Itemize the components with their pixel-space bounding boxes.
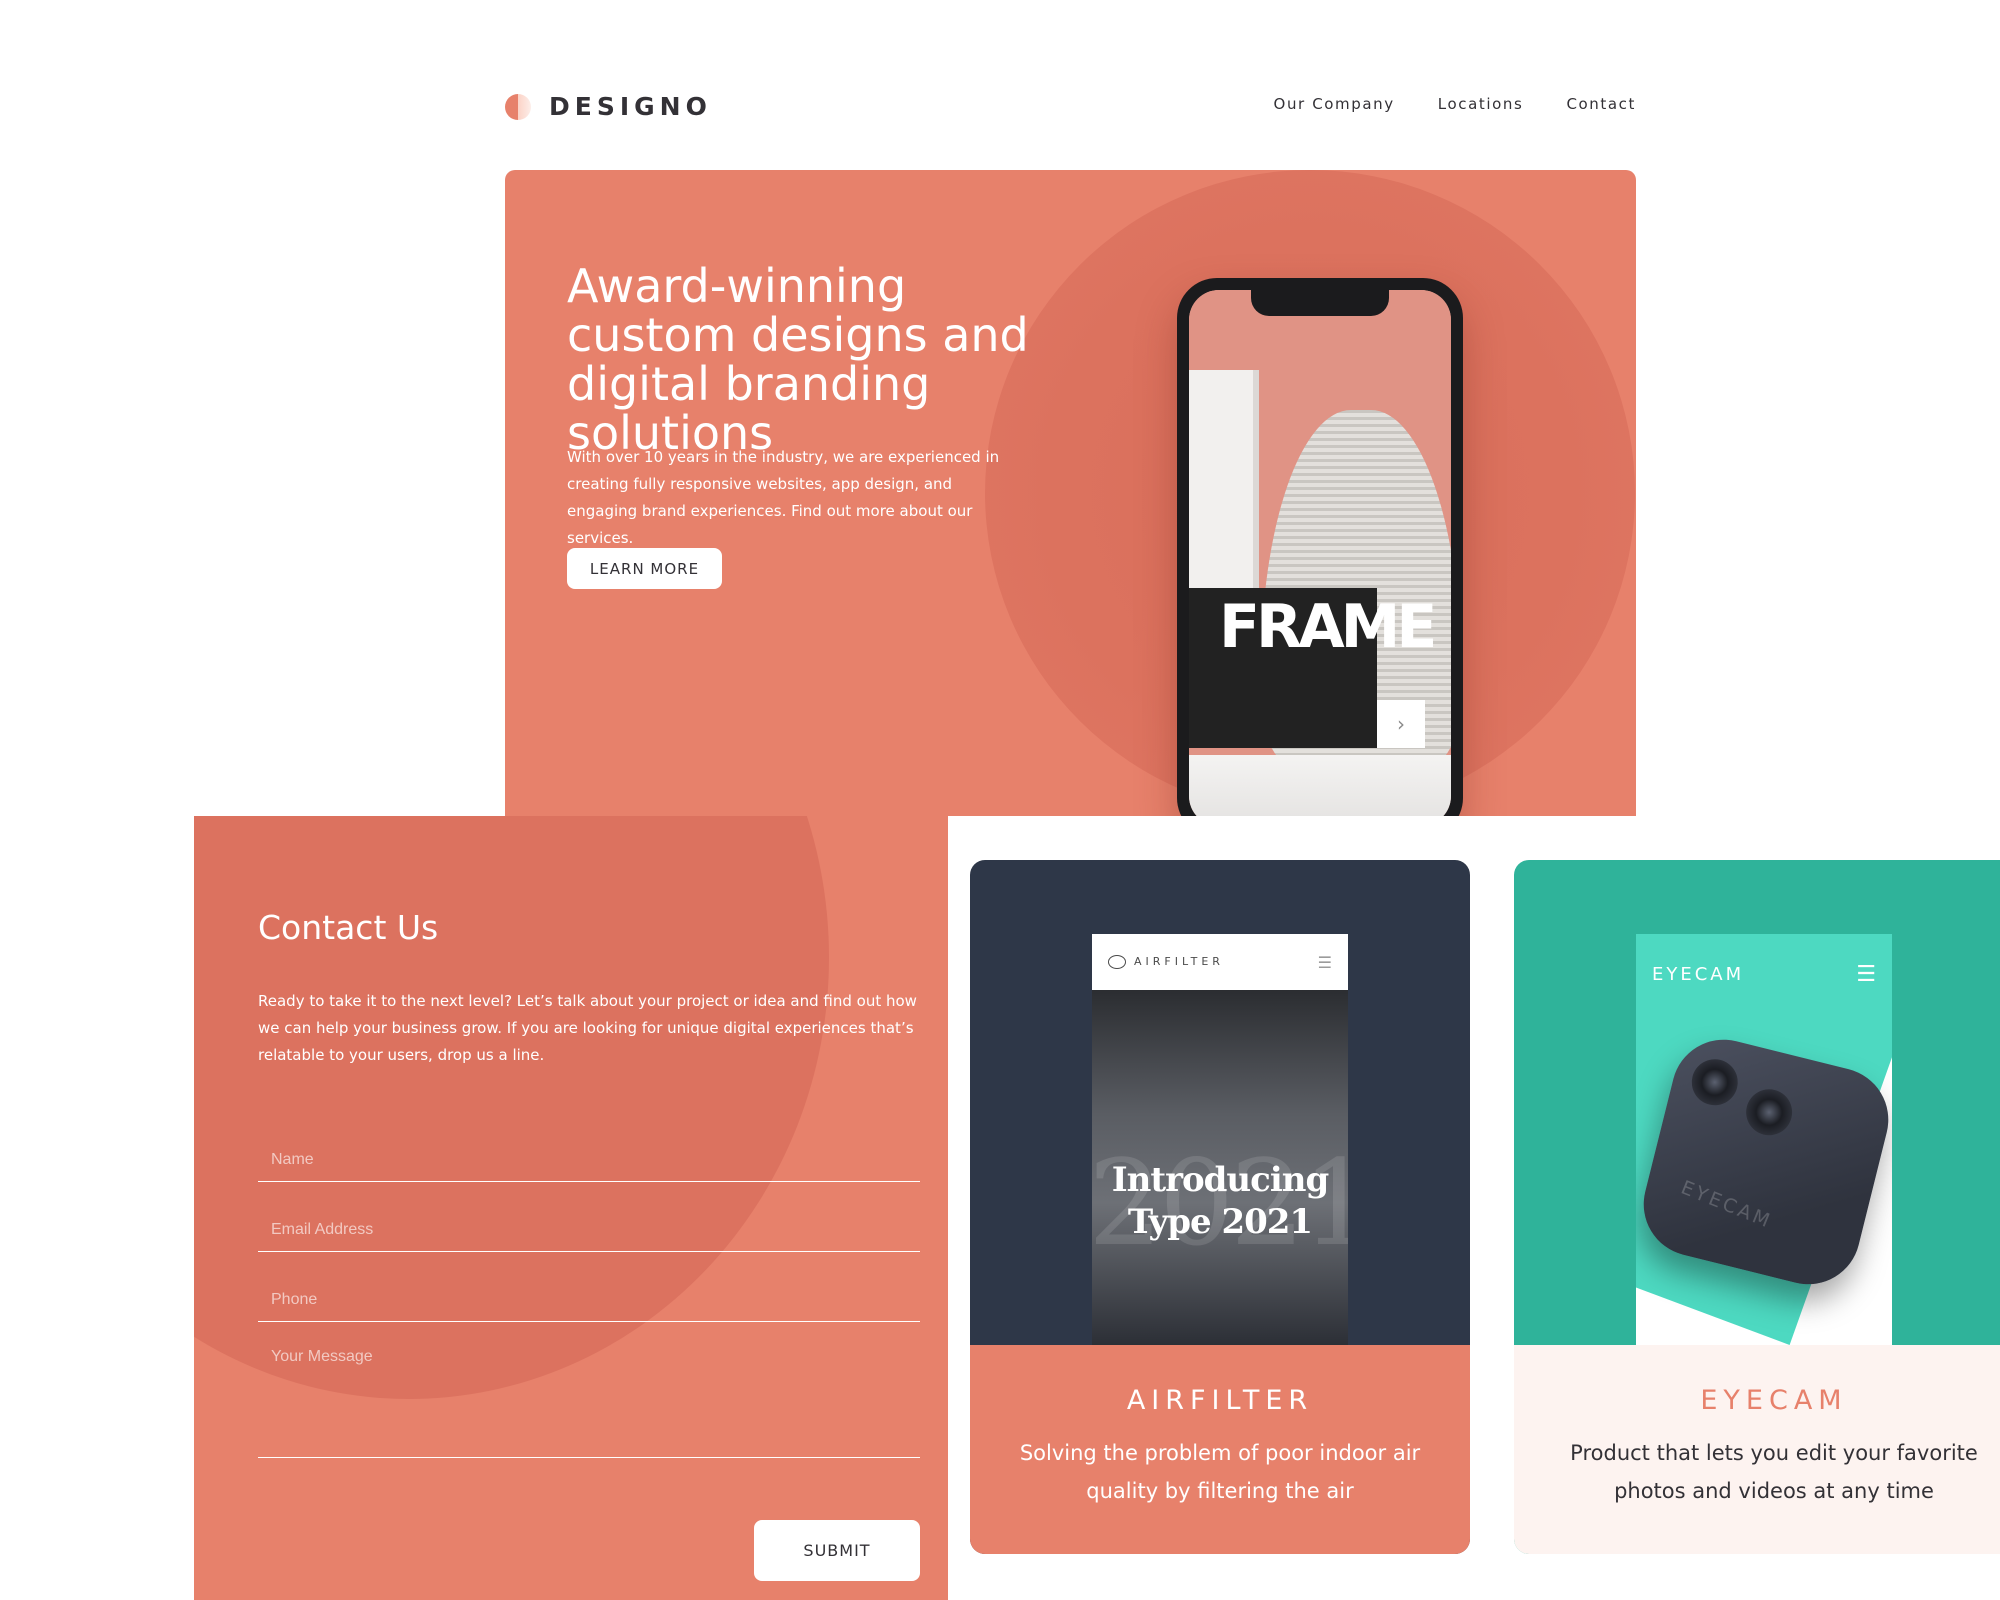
- name-field[interactable]: [258, 1138, 920, 1182]
- airfilter-screen-logo: AIRFILTER: [1108, 955, 1318, 969]
- eyecam-card-footer: EYECAM Product that lets you edit your f…: [1514, 1345, 2000, 1554]
- logo-half-circle-icon: [505, 93, 531, 120]
- hero-description: With over 10 years in the industry, we a…: [567, 448, 1000, 547]
- contact-title: Contact Us: [258, 908, 439, 947]
- project-card-airfilter[interactable]: AIRFILTER ☰ 2021 Introducing Type 2021 A…: [970, 860, 1470, 1554]
- camera-lens-icon: [1686, 1054, 1743, 1111]
- chevron-right-icon[interactable]: ›: [1377, 700, 1425, 748]
- eyecam-card-description: Product that lets you edit your favorite…: [1570, 1441, 1978, 1503]
- airfilter-screen-mockup: AIRFILTER ☰ 2021 Introducing Type 2021: [1092, 934, 1348, 1345]
- project-card-eyecam[interactable]: EYECAM ☰ EYECAM EYECAM Product that lets…: [1514, 860, 2000, 1554]
- airfilter-screen-header: AIRFILTER ☰: [1092, 934, 1348, 990]
- contact-panel: Contact Us Ready to take it to the next …: [194, 816, 948, 1600]
- email-field[interactable]: [258, 1208, 920, 1252]
- eyecam-preview: EYECAM ☰ EYECAM: [1514, 860, 2000, 1345]
- phone-frame-heading: FRAME: [1219, 592, 1437, 662]
- eyecam-screen-header: EYECAM ☰: [1636, 962, 1892, 987]
- airfilter-screen-headline: Introducing Type 2021: [1111, 1160, 1330, 1242]
- contact-description: Ready to take it to the next level? Let’…: [258, 992, 917, 1064]
- nav-item-our-company[interactable]: Our Company: [1274, 95, 1395, 113]
- hero-title: Award-winning custom designs and digital…: [567, 259, 1029, 460]
- brand-logo[interactable]: DESIGNO: [505, 92, 712, 121]
- phone-window-image: [1189, 370, 1259, 610]
- submit-button[interactable]: SUBMIT: [754, 1520, 920, 1581]
- airfilter-card-title: AIRFILTER: [1126, 1385, 1314, 1416]
- nav-item-contact[interactable]: Contact: [1566, 95, 1636, 113]
- camera-lens-icon: [1741, 1084, 1798, 1141]
- airfilter-screen-logo-text: AIRFILTER: [1134, 955, 1224, 968]
- airfilter-preview: AIRFILTER ☰ 2021 Introducing Type 2021: [970, 860, 1470, 1345]
- airfilter-card-description: Solving the problem of poor indoor air q…: [1019, 1441, 1421, 1503]
- airfilter-card-footer: AIRFILTER Solving the problem of poor in…: [970, 1345, 1470, 1554]
- phone-screen: FRAME ›: [1189, 290, 1451, 816]
- eyecam-screen-mockup: EYECAM ☰ EYECAM: [1636, 934, 1892, 1345]
- phone-mockup: FRAME ›: [1177, 278, 1463, 816]
- airfilter-logo-icon: [1108, 955, 1126, 969]
- message-field[interactable]: [258, 1342, 920, 1458]
- brand-name: DESIGNO: [549, 92, 712, 121]
- eyecam-device-label: EYECAM: [1677, 1176, 1776, 1233]
- phone-notch: [1251, 290, 1389, 316]
- learn-more-button[interactable]: LEARN MORE: [567, 548, 722, 589]
- hamburger-menu-icon: ☰: [1317, 952, 1332, 972]
- eyecam-screen-logo: EYECAM: [1652, 964, 1745, 985]
- nav-item-locations[interactable]: Locations: [1438, 95, 1524, 113]
- eyecam-card-title: EYECAM: [1700, 1385, 1848, 1416]
- main-nav: Our Company Locations Contact: [1274, 95, 1636, 113]
- phone-table-image: [1189, 755, 1451, 816]
- phone-field[interactable]: [258, 1278, 920, 1322]
- hero-section: Award-winning custom designs and digital…: [505, 170, 1636, 816]
- hamburger-menu-icon: ☰: [1856, 962, 1876, 987]
